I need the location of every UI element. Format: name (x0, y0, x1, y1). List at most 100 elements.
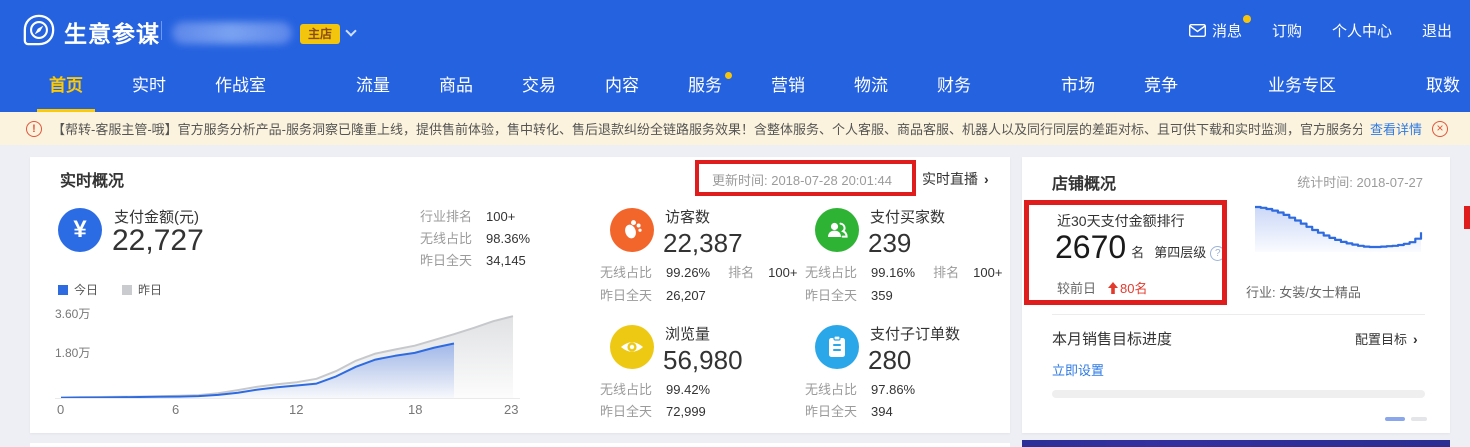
nav-item-business-zone[interactable]: 业务专区 (1264, 60, 1340, 112)
pageviews-icon (610, 325, 654, 369)
rank-change: 80名 (1108, 278, 1147, 297)
eye-glyph (619, 336, 645, 358)
wireless-share-label: 无线占比 (805, 262, 857, 284)
notice-close-icon[interactable]: × (1432, 121, 1448, 137)
buyers-yesterday-row: 昨日全天 359 (805, 285, 893, 307)
pageviews-yesterday-row: 昨日全天 72,999 (600, 401, 706, 423)
notice-text: 【帮转-客服主管-哦】官方服务分析产品-服务洞察已隆重上线，提供售前体验，售中转… (52, 119, 1362, 138)
notice-bar: ! 【帮转-客服主管-哦】官方服务分析产品-服务洞察已隆重上线，提供售前体验，售… (0, 112, 1470, 145)
x-tick-23: 23 (504, 402, 518, 417)
yesterday-total-value: 394 (871, 401, 893, 423)
logout-menu-item[interactable]: 退出 (1422, 20, 1452, 41)
yesterday-total-label: 昨日全天 (805, 401, 857, 423)
personal-center-menu-item[interactable]: 个人中心 (1332, 20, 1392, 41)
logout-label: 退出 (1422, 20, 1452, 41)
nav-item-traffic[interactable]: 流量 (352, 60, 394, 112)
panel-divider (1052, 314, 1425, 315)
realtime-line-chart (55, 302, 520, 402)
rank-value: 2670 (1055, 229, 1126, 266)
shop-panel-title: 店铺概况 (1052, 170, 1116, 194)
goal-progress-bar (1052, 390, 1425, 398)
top-header: 生意参谋 主店 消息 订购 个人中心 退出 (0, 0, 1470, 60)
yesterday-total-label: 昨日全天 (600, 285, 652, 307)
rank-label: 排名 (933, 262, 959, 284)
rank-value: 100+ (973, 262, 1002, 284)
set-now-link[interactable]: 立即设置 (1052, 360, 1104, 379)
app-window: 生意参谋 主店 消息 订购 个人中心 退出 首页 实时 作战室 流量 商品 交易 (0, 0, 1470, 447)
footprint-glyph (620, 218, 644, 242)
wireless-share-label: 无线占比 (805, 379, 857, 401)
industry-label: 行业: 女装/女士精品 (1246, 282, 1361, 301)
nav-item-competition[interactable]: 竞争 (1140, 60, 1182, 112)
header-menu: 消息 订购 个人中心 退出 (1189, 0, 1452, 60)
update-time: 更新时间: 2018-07-28 20:01:44 (712, 170, 892, 189)
nav-item-realtime[interactable]: 实时 (128, 60, 170, 112)
wireless-share-label: 无线占比 (600, 379, 652, 401)
subscribe-menu-item[interactable]: 订购 (1272, 20, 1302, 41)
wireless-share-value: 98.36% (486, 228, 530, 250)
realtime-panel-title: 实时概况 (60, 167, 124, 191)
nav-item-logistics[interactable]: 物流 (850, 60, 892, 112)
messages-menu-item[interactable]: 消息 (1189, 20, 1242, 41)
yesterday-swatch (122, 285, 132, 295)
main-shop-badge: 主店 (300, 24, 340, 44)
nav-item-home[interactable]: 首页 (45, 60, 87, 112)
wireless-share-label: 无线占比 (600, 262, 652, 284)
yesterday-total-value: 359 (871, 285, 893, 307)
notice-detail-link[interactable]: 查看详情 (1370, 119, 1422, 138)
legend-yesterday: 昨日 (122, 281, 162, 298)
rank-level: 第四层级 (1154, 242, 1206, 261)
today-swatch (58, 285, 68, 295)
live-broadcast-link[interactable]: 实时直播 › (922, 169, 989, 189)
x-tick-18: 18 (408, 402, 422, 417)
main-nav: 首页 实时 作战室 流量 商品 交易 内容 服务 营销 物流 财务 市场 竞争 … (0, 60, 1470, 112)
sub-orders-value: 280 (868, 345, 911, 376)
x-axis-line (55, 398, 520, 399)
stat-time: 统计时间: 2018-07-27 (1268, 172, 1423, 191)
sub-orders-wireless-row: 无线占比 97.86% (805, 379, 915, 401)
rank-value: 100+ (768, 262, 797, 284)
vs-prev-label: 较前日 (1057, 278, 1096, 297)
people-glyph (825, 218, 849, 242)
arrow-up-icon (1108, 282, 1118, 294)
visitors-value: 22,387 (663, 228, 743, 259)
sub-orders-name: 支付子订单数 (870, 323, 960, 344)
help-icon[interactable]: ? (1210, 246, 1225, 261)
carousel-dot[interactable] (1411, 417, 1427, 421)
industry-rank-label: 行业排名 (420, 206, 472, 228)
pageviews-name: 浏览量 (665, 323, 710, 344)
annotation-red-sliver (1464, 206, 1470, 229)
yesterday-total-label: 昨日全天 (600, 401, 652, 423)
nav-item-finance[interactable]: 财务 (933, 60, 975, 112)
nav-item-data-fetch[interactable]: 取数 (1422, 60, 1464, 112)
pay-buyers-name: 支付买家数 (870, 206, 945, 227)
x-tick-6: 6 (172, 402, 179, 417)
pay-buyers-value: 239 (868, 228, 911, 259)
carousel-dot-active[interactable] (1385, 417, 1405, 421)
x-tick-12: 12 (289, 402, 303, 417)
visitors-yesterday-row: 昨日全天 26,207 (600, 285, 706, 307)
chevron-right-icon: › (1413, 331, 1418, 347)
yesterday-total-value: 26,207 (666, 285, 706, 307)
chevron-down-icon[interactable] (345, 25, 356, 36)
rank-30d-title: 近30天支付金额排行 (1057, 211, 1185, 231)
nav-item-trade[interactable]: 交易 (518, 60, 560, 112)
nav-item-market[interactable]: 市场 (1057, 60, 1099, 112)
nav-item-content[interactable]: 内容 (601, 60, 643, 112)
nav-item-marketing[interactable]: 营销 (767, 60, 809, 112)
live-broadcast-label: 实时直播 (922, 169, 978, 189)
goal-config-link[interactable]: 配置目标 › (1355, 329, 1418, 348)
vs-prev-value: 80名 (1120, 278, 1147, 297)
header-divider (161, 21, 162, 40)
personal-center-label: 个人中心 (1332, 20, 1392, 41)
rank-unit: 名 (1131, 242, 1144, 261)
nav-item-war-room[interactable]: 作战室 (211, 60, 270, 112)
nav-item-product[interactable]: 商品 (435, 60, 477, 112)
wireless-share-value: 99.42% (666, 379, 710, 401)
nav-item-service[interactable]: 服务 (684, 60, 726, 112)
industry-rank-value: 100+ (486, 206, 515, 228)
yesterday-total-value: 34,145 (486, 250, 526, 272)
pay-amount-stats: 行业排名100+ 无线占比98.36% 昨日全天34,145 (420, 206, 535, 272)
notification-dot (1243, 15, 1251, 23)
yesterday-total-label: 昨日全天 (805, 285, 857, 307)
